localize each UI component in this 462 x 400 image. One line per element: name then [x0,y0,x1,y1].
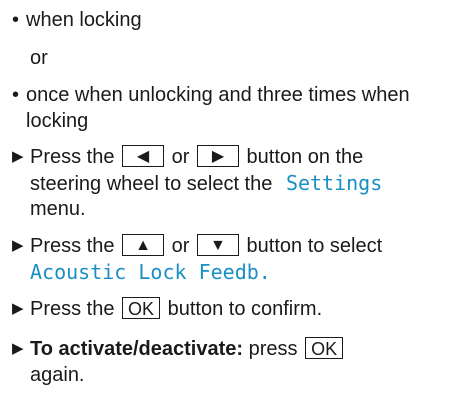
step-select-settings-line2: steering wheel to select the Settings [30,170,382,197]
or-connector: or [30,45,48,71]
or-text: or [30,47,48,69]
down-arrow-button-icon: ▼ [196,234,239,257]
step-arrow-icon: ▶ [12,237,24,254]
step-line1: Press the ▲ or ▼ button to select [30,233,382,259]
bullet-dot: • [12,9,20,31]
bullet-item-unlock-lock-cont: locking [26,108,88,134]
bullet-text-line1: once when unlocking and three times when [26,84,410,106]
bullet-dot: • [12,84,20,106]
step-text: button to select [246,235,383,257]
step-line1: Press the OK button to confirm. [30,296,322,322]
step-text: Press the [30,146,115,168]
step-text: again. [30,364,85,386]
step-bold-label: To activate/deactivate: [30,338,244,360]
step-text: Press the [30,298,115,320]
step-arrow-icon: ▶ [12,340,24,357]
up-arrow-button-icon: ▲ [122,234,165,257]
step-arrow-icon: ▶ [12,300,24,317]
step-text: or [171,146,190,168]
step-line1: To activate/deactivate: press OK [30,336,345,362]
step-select-settings-line3: menu. [30,196,86,222]
bullet-text-line2: locking [26,110,89,132]
ok-button-icon: OK [122,297,161,320]
step-text: or [171,235,190,257]
step-text: press [248,338,298,360]
right-arrow-button-icon: ▶ [196,145,239,168]
step-text: button on the [246,146,364,168]
display-term-settings: Settings [285,171,383,195]
bullet-text: when locking [26,9,142,31]
step-text: button to confirm. [167,298,323,320]
step-line1: Press the ◀ or ▶ button on the [30,144,363,170]
step-arrow-icon: ▶ [12,148,24,165]
step-text: menu. [30,198,86,220]
step-text: steering wheel to select the [30,173,273,195]
ok-button-icon: OK [305,337,344,360]
step-select-acoustic-line2: Acoustic Lock Feedb. [30,259,271,286]
step-activate-deactivate-line2: again. [30,362,85,388]
left-arrow-button-icon: ◀ [122,145,165,168]
display-term-acoustic-lock: Acoustic Lock Feedb. [30,260,271,284]
step-text: Press the [30,235,115,257]
